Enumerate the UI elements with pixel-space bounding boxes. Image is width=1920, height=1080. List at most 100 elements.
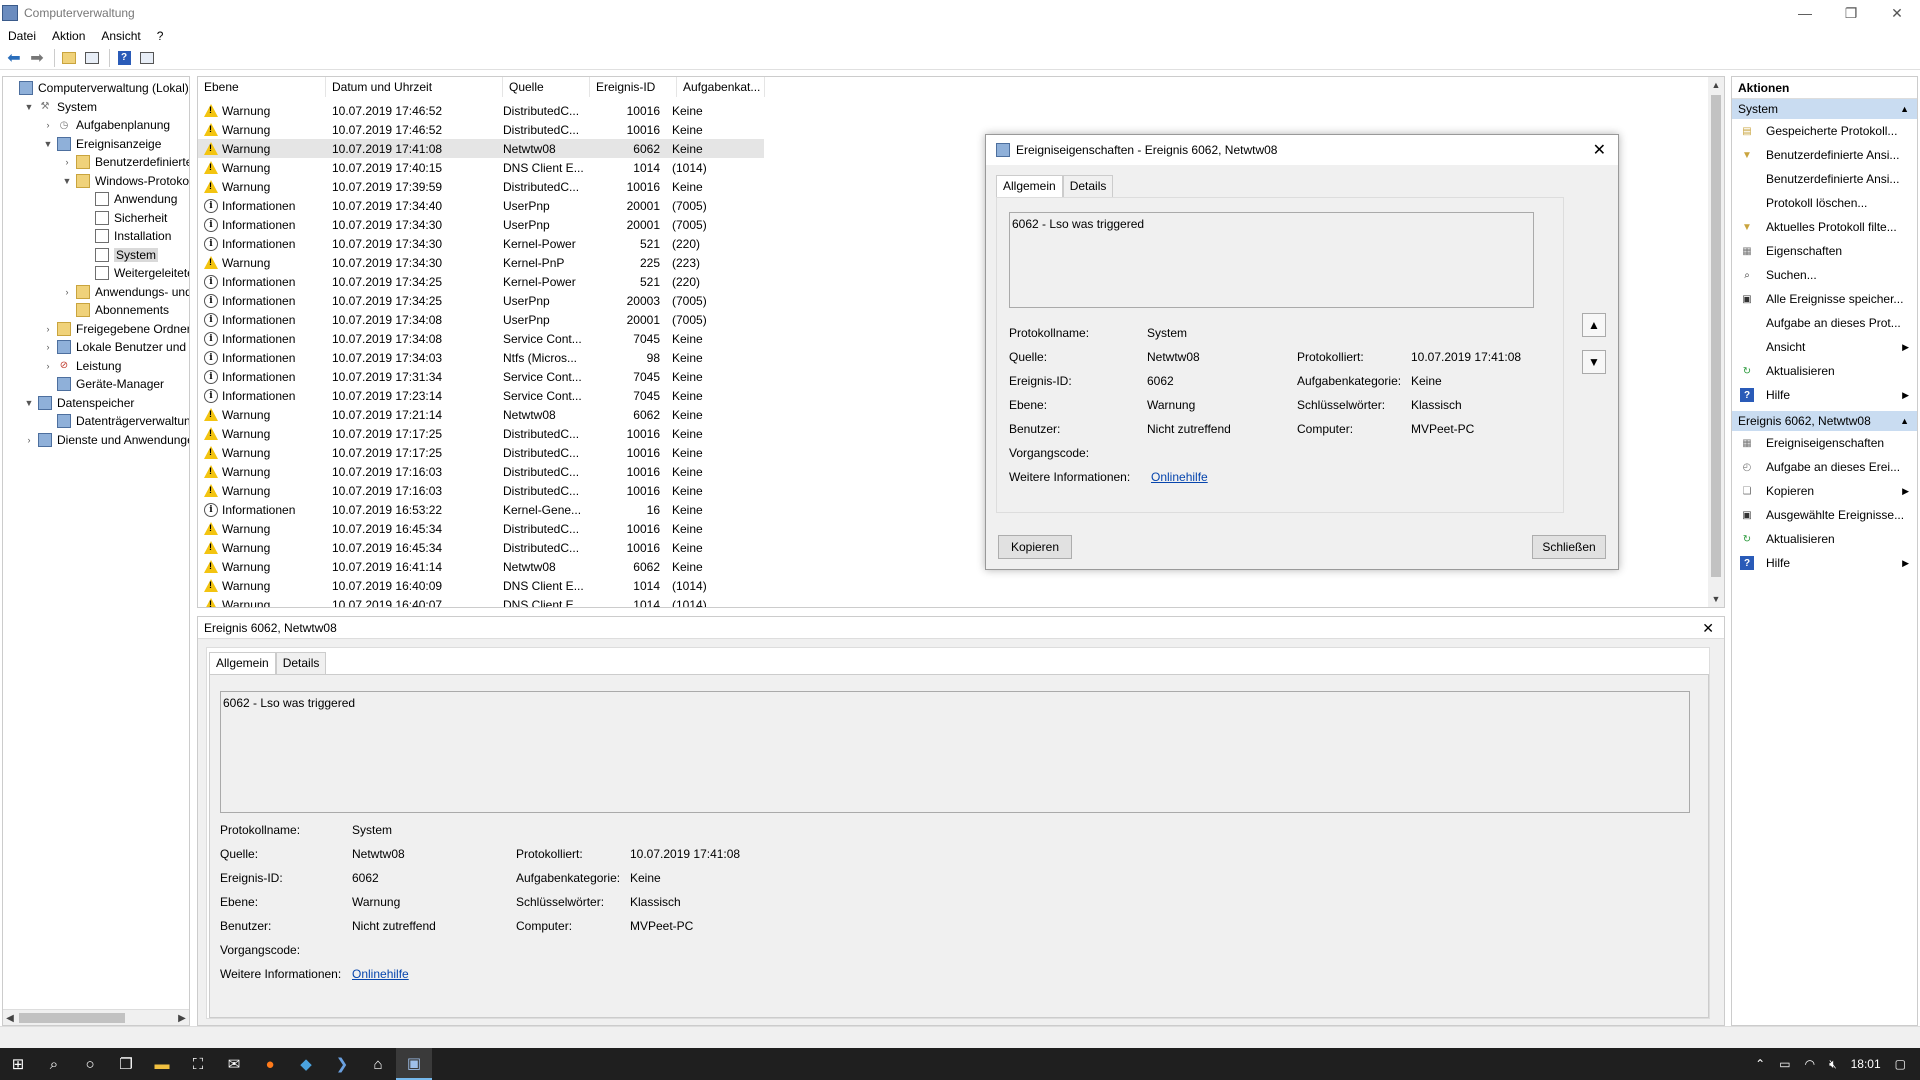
up-folder-button[interactable] — [59, 49, 79, 67]
collapsed-arrow-icon[interactable]: › — [43, 324, 53, 334]
taskbar-explorer[interactable]: ▬ — [144, 1048, 180, 1080]
dialog-tab-allgemein[interactable]: Allgemein — [996, 175, 1063, 197]
previous-event-button[interactable]: ▲ — [1582, 313, 1606, 337]
action-item[interactable]: ⌕ Suchen... — [1732, 263, 1917, 287]
expanded-arrow-icon[interactable]: ▼ — [24, 102, 34, 112]
tree-item[interactable]: › ⊘ Leistung — [43, 357, 122, 375]
table-row[interactable]: Warnung 10.07.2019 16:41:14 Netwtw08 6062 Ke… — [198, 557, 764, 576]
table-row[interactable]: Warnung 10.07.2019 17:16:03 DistributedC..… — [198, 462, 764, 481]
search-button[interactable]: ⌕ — [36, 1048, 72, 1080]
action-item[interactable]: ❏ Kopieren ▶ — [1732, 479, 1917, 503]
action-item[interactable]: ▦ Eigenschaften — [1732, 239, 1917, 263]
table-row[interactable]: Warnung 10.07.2019 17:34:30 Kernel-PnP 225 (… — [198, 253, 764, 272]
expanded-arrow-icon[interactable]: ▼ — [62, 176, 72, 186]
action-item[interactable]: ▤ Gespeicherte Protokoll... — [1732, 119, 1917, 143]
table-row[interactable]: i Informationen 10.07.2019 16:53:22 Kernel-… — [198, 500, 764, 519]
tree-item[interactable]: Datenträgerverwaltung — [43, 412, 189, 430]
expanded-arrow-icon[interactable]: ▼ — [43, 139, 53, 149]
action-item[interactable]: Ansicht ▶ — [1732, 335, 1917, 359]
clock-time[interactable]: 18:01 — [1851, 1057, 1881, 1071]
tree-horizontal-scrollbar[interactable]: ◀ ▶ — [3, 1009, 189, 1025]
table-row[interactable]: Warnung 10.07.2019 16:45:34 DistributedC..… — [198, 519, 764, 538]
taskbar-firefox[interactable]: ● — [252, 1048, 288, 1080]
wifi-icon[interactable]: ◠ — [1805, 1057, 1815, 1071]
table-row[interactable]: Warnung 10.07.2019 17:17:25 DistributedC..… — [198, 424, 764, 443]
menu-aktion[interactable]: Aktion — [44, 29, 93, 43]
dialog-tab-details[interactable]: Details — [1062, 175, 1114, 197]
tree-item[interactable]: › ◷ Aufgabenplanung — [43, 116, 171, 134]
table-row[interactable]: i Informationen 10.07.2019 17:34:08 Service… — [198, 329, 764, 348]
menu-ansicht[interactable]: Ansicht — [93, 29, 148, 43]
collapsed-arrow-icon[interactable]: › — [43, 120, 53, 130]
tree-item[interactable]: Computerverwaltung (Lokal) — [5, 79, 189, 97]
table-row[interactable]: i Informationen 10.07.2019 17:31:34 Service… — [198, 367, 764, 386]
minimize-button[interactable]: — — [1782, 0, 1828, 26]
close-dialog-button[interactable]: Schließen — [1532, 535, 1606, 559]
show-hide-action-pane-button[interactable] — [137, 49, 157, 67]
tree-item[interactable]: › Freigegebene Ordner — [43, 320, 189, 338]
table-row[interactable]: Warnung 10.07.2019 16:45:34 DistributedC..… — [198, 538, 764, 557]
table-row[interactable]: Warnung 10.07.2019 17:16:03 DistributedC..… — [198, 481, 764, 500]
copy-button[interactable]: Kopieren — [998, 535, 1072, 559]
tree-item[interactable]: Anwendung — [81, 190, 177, 208]
action-item[interactable]: ↻ Aktualisieren — [1732, 527, 1917, 551]
taskbar-computer-management[interactable]: ▣ — [396, 1048, 432, 1080]
dialog-close-icon[interactable]: ✕ — [1593, 140, 1606, 160]
action-item[interactable]: ▼ Benutzerdefinierte Ansi... — [1732, 143, 1917, 167]
tree-item[interactable]: › Dienste und Anwendungen — [24, 431, 189, 449]
action-item[interactable]: ▣ Alle Ereignisse speicher... — [1732, 287, 1917, 311]
scroll-down-arrow[interactable]: ▼ — [1708, 591, 1724, 607]
dialog-online-help-link[interactable]: Onlinehilfe — [1151, 470, 1208, 484]
menu-datei[interactable]: Datei — [0, 29, 44, 43]
maximize-button[interactable]: ❐ — [1828, 0, 1874, 26]
column-header-task-category[interactable]: Aufgabenkat... — [677, 77, 765, 97]
tree-item[interactable]: Sicherheit — [81, 209, 167, 227]
tree-item[interactable]: › Anwendungs- und D — [62, 283, 189, 301]
tree-item[interactable]: Abonnements — [62, 301, 169, 319]
tree-item[interactable]: › Benutzerdefinierte A — [62, 153, 189, 171]
show-hidden-icons[interactable]: ⌃ — [1755, 1057, 1765, 1071]
tree-item[interactable]: ▼ Windows-Protokolle — [62, 172, 189, 190]
scroll-right-arrow[interactable]: ▶ — [175, 1010, 189, 1025]
action-item[interactable]: Protokoll löschen... — [1732, 191, 1917, 215]
table-row[interactable]: i Informationen 10.07.2019 17:23:14 Service… — [198, 386, 764, 405]
battery-icon[interactable]: ▭ — [1779, 1057, 1790, 1071]
column-header-level[interactable]: Ebene — [198, 77, 326, 97]
action-item[interactable]: ↻ Aktualisieren — [1732, 359, 1917, 383]
table-row[interactable]: Warnung 10.07.2019 17:21:14 Netwtw08 6062 Ke… — [198, 405, 764, 424]
expanded-arrow-icon[interactable]: ▼ — [24, 398, 34, 408]
tree-item[interactable]: ▼ ⚒ System — [24, 98, 97, 116]
table-row[interactable]: Warnung 10.07.2019 17:17:25 DistributedC..… — [198, 443, 764, 462]
action-item[interactable]: ◴ Aufgabe an dieses Erei... — [1732, 455, 1917, 479]
show-hide-tree-button[interactable] — [82, 49, 102, 67]
table-row[interactable]: i Informationen 10.07.2019 17:34:03 Ntfs (M… — [198, 348, 764, 367]
table-row[interactable]: i Informationen 10.07.2019 17:34:25 Kernel-… — [198, 272, 764, 291]
action-item[interactable]: ? Hilfe ▶ — [1732, 551, 1917, 575]
table-row[interactable]: Warnung 10.07.2019 17:41:08 Netwtw08 6062 Ke… — [198, 139, 764, 158]
tree-item[interactable]: Installation — [81, 227, 171, 245]
events-list-scrollbar[interactable]: ▲ ▼ — [1708, 77, 1724, 607]
tree-item[interactable]: Weitergeleitete E — [81, 264, 189, 282]
table-row[interactable]: Warnung 10.07.2019 16:40:09 DNS Client E..… — [198, 576, 764, 595]
action-item[interactable]: Benutzerdefinierte Ansi... — [1732, 167, 1917, 191]
taskbar-app-dark[interactable]: ◆ — [288, 1048, 324, 1080]
volume-muted-icon[interactable]: 🔇︎ — [1829, 1057, 1837, 1072]
tree-item[interactable]: System — [81, 246, 159, 264]
back-button[interactable]: ⬅ — [4, 49, 24, 67]
preview-online-help-link[interactable]: Onlinehilfe — [352, 967, 409, 981]
table-row[interactable]: Warnung 10.07.2019 17:46:52 DistributedC..… — [198, 101, 764, 120]
action-item[interactable]: Aufgabe an dieses Prot... — [1732, 311, 1917, 335]
table-row[interactable]: Warnung 10.07.2019 17:39:59 DistributedC..… — [198, 177, 764, 196]
column-header-event-id[interactable]: Ereignis-ID — [590, 77, 677, 97]
column-header-date[interactable]: Datum und Uhrzeit — [326, 77, 503, 97]
scroll-thumb[interactable] — [1711, 95, 1721, 577]
action-item[interactable]: ▦ Ereigniseigenschaften — [1732, 431, 1917, 455]
tree-item[interactable]: ▼ Datenspeicher — [24, 394, 134, 412]
collapsed-arrow-icon[interactable]: › — [43, 361, 53, 371]
menu-help[interactable]: ? — [149, 29, 172, 43]
actions-section-event[interactable]: Ereignis 6062, Netwtw08 ▲ — [1732, 411, 1917, 431]
table-row[interactable]: i Informationen 10.07.2019 17:34:40 UserPnp… — [198, 196, 764, 215]
action-item[interactable]: ▼ Aktuelles Protokoll filte... — [1732, 215, 1917, 239]
column-header-source[interactable]: Quelle — [503, 77, 590, 97]
next-event-button[interactable]: ▼ — [1582, 350, 1606, 374]
